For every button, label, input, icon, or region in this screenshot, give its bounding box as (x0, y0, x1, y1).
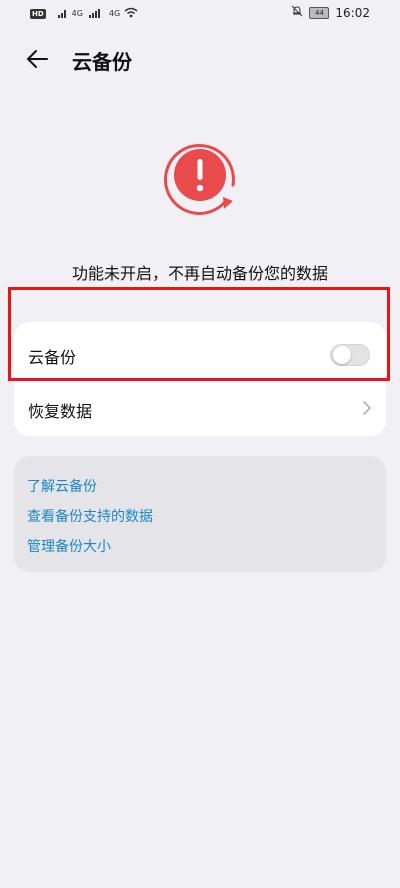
alert-sync-icon (160, 137, 242, 217)
toggle-knob (333, 346, 351, 364)
status-right: 44 16:02 (291, 5, 370, 20)
battery-indicator: 44 (309, 6, 330, 19)
hd-badge: HD (30, 8, 46, 19)
links-card: 了解云备份 查看备份支持的数据 管理备份大小 (14, 456, 386, 572)
header: 云备份 (0, 36, 400, 80)
status-message: 功能未开启，不再自动备份您的数据 (71, 264, 328, 283)
restore-data-row[interactable]: 恢复数据 (14, 380, 386, 436)
restore-data-label: 恢复数据 (28, 402, 93, 421)
settings-card: 云备份 恢复数据 (14, 322, 386, 436)
cloud-backup-toggle[interactable] (330, 344, 370, 366)
signal-icon (50, 8, 68, 20)
signal-icon-2 (87, 8, 105, 20)
back-button[interactable] (22, 44, 52, 74)
network-type-label-2: 4G (108, 9, 121, 18)
arrow-left-icon (27, 50, 48, 68)
chevron-right-icon (362, 400, 372, 416)
network-type-label: 4G (71, 9, 83, 18)
page-title: 云备份 (72, 50, 132, 74)
status-bar: HD 4G 4G 44 16:02 (0, 0, 400, 28)
view-supported-data-link[interactable]: 查看备份支持的数据 (27, 506, 153, 526)
status-left: HD 4G 4G (30, 7, 138, 20)
mute-bell-icon (291, 5, 303, 20)
learn-cloud-backup-link[interactable]: 了解云备份 (27, 476, 97, 496)
manage-backup-size-link[interactable]: 管理备份大小 (27, 536, 111, 556)
clock: 16:02 (335, 5, 370, 20)
cloud-backup-label: 云备份 (28, 348, 77, 367)
cloud-backup-row[interactable]: 云备份 (14, 326, 386, 382)
wifi-icon (124, 7, 138, 20)
